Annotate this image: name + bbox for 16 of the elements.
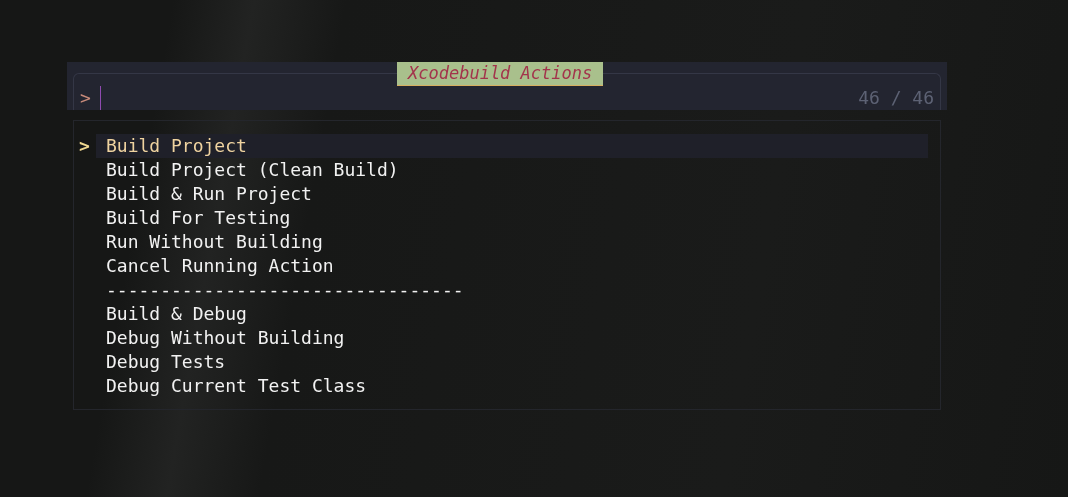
result-item[interactable]: Cancel Running Action [96, 254, 928, 278]
selection-marker: > [78, 134, 91, 158]
result-item[interactable]: Build & Run Project [96, 182, 928, 206]
result-item[interactable]: Debug Tests [96, 350, 928, 374]
result-item[interactable]: Build Project (Clean Build) [96, 158, 928, 182]
result-item[interactable]: Build & Debug [96, 302, 928, 326]
prompt-prefix: > [80, 86, 91, 110]
result-item[interactable]: Run Without Building [96, 230, 928, 254]
result-item[interactable]: Build Project [96, 134, 928, 158]
result-item[interactable]: Debug Without Building [96, 326, 928, 350]
text-cursor [100, 86, 101, 110]
result-item[interactable]: Debug Current Test Class [96, 374, 928, 398]
picker-title: Xcodebuild Actions [397, 62, 604, 86]
result-item[interactable]: Build For Testing [96, 206, 928, 230]
result-item[interactable]: --------------------------------- [96, 278, 928, 302]
result-counter: 46 / 46 [858, 86, 934, 110]
